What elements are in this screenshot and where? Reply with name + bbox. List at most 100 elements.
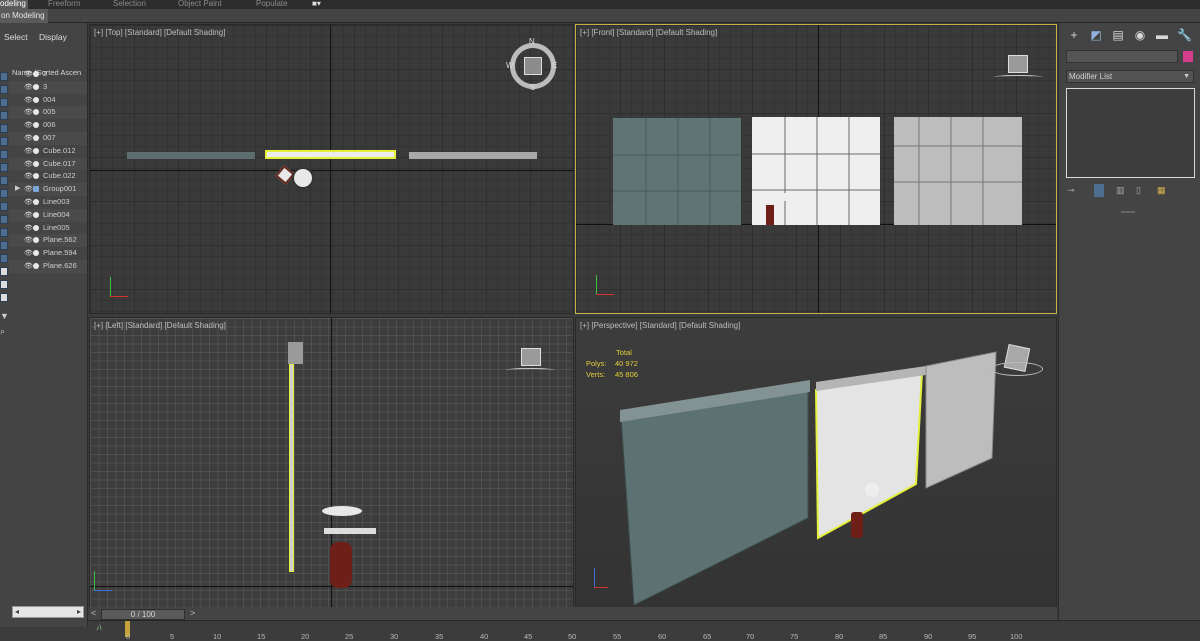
time-slider-thumb[interactable]: 0 / 100 bbox=[101, 609, 185, 620]
filter-icon[interactable] bbox=[0, 176, 8, 185]
modify-tab-icon[interactable]: ◩ bbox=[1089, 28, 1103, 42]
list-item[interactable]: 👁 004 bbox=[9, 94, 87, 107]
panel-object[interactable] bbox=[409, 152, 537, 159]
viewport-perspective[interactable]: [+] [Perspective] [Standard] [Default Sh… bbox=[575, 317, 1057, 608]
list-item[interactable]: 👁 3 bbox=[9, 80, 87, 94]
filter-icon[interactable] bbox=[0, 137, 8, 146]
viewport-left[interactable]: [+] [Left] [Standard] [Default Shading] bbox=[89, 317, 574, 608]
tab-freeform[interactable]: Freeform bbox=[48, 0, 80, 9]
filter-icon[interactable] bbox=[0, 98, 8, 107]
list-item[interactable]: 👁 Plane.562 bbox=[9, 234, 87, 248]
viewport-front[interactable]: [+] [Front] [Standard] [Default Shading] bbox=[575, 24, 1057, 314]
panel-object[interactable] bbox=[127, 152, 255, 159]
viewport-label[interactable]: [+] [Front] [Standard] [Default Shading] bbox=[580, 28, 717, 37]
list-item[interactable]: 👁 Cube.012 bbox=[9, 145, 87, 158]
viewcube-icon[interactable] bbox=[524, 57, 542, 75]
configure-modifier-sets-icon[interactable]: ▦ bbox=[1157, 185, 1166, 196]
motion-tab-icon[interactable]: ◉ bbox=[1133, 28, 1147, 42]
filter-icon[interactable] bbox=[0, 150, 8, 159]
object-color-swatch[interactable] bbox=[1183, 51, 1193, 62]
slider-prev-icon[interactable]: < bbox=[91, 608, 96, 618]
display-tab-icon[interactable]: ▬ bbox=[1155, 28, 1169, 42]
axis-gizmo-x bbox=[110, 296, 128, 297]
viewcube-icon[interactable] bbox=[521, 348, 541, 366]
list-item[interactable]: 👁 Cube.022 bbox=[9, 170, 87, 183]
layer-icon[interactable] bbox=[0, 293, 8, 302]
filter-icon[interactable] bbox=[0, 202, 8, 211]
list-item[interactable]: 👁 Plane.626 bbox=[9, 259, 87, 274]
flower-object[interactable] bbox=[781, 193, 789, 201]
tab-selection[interactable]: Selection bbox=[113, 0, 146, 9]
eye-icon[interactable]: 👁 bbox=[24, 261, 33, 274]
table-base-object[interactable] bbox=[330, 542, 352, 588]
list-item[interactable]: 👁 Line004 bbox=[9, 208, 87, 222]
scroll-right-icon[interactable]: ▸ bbox=[77, 607, 81, 616]
filter-icon[interactable] bbox=[0, 189, 8, 198]
viewcube-icon[interactable] bbox=[1008, 55, 1028, 73]
remove-modifier-icon[interactable]: ▯ bbox=[1136, 185, 1141, 196]
selected-panel-object[interactable] bbox=[265, 150, 396, 159]
tab-object-paint[interactable]: Object Paint bbox=[178, 0, 222, 9]
filter-icon[interactable] bbox=[0, 124, 8, 133]
show-end-result-icon[interactable] bbox=[1094, 184, 1104, 197]
select-menu[interactable]: Select bbox=[4, 32, 28, 42]
layer-icon[interactable] bbox=[0, 267, 8, 276]
panel-cap-object[interactable] bbox=[288, 342, 303, 364]
utilities-tab-icon[interactable]: 🔧 bbox=[1177, 28, 1192, 42]
hierarchy-tab-icon[interactable]: ▤ bbox=[1111, 28, 1125, 42]
layer-icon[interactable] bbox=[0, 280, 8, 289]
filter-icon[interactable] bbox=[0, 241, 8, 250]
panel-object[interactable] bbox=[613, 118, 741, 225]
flower-object[interactable] bbox=[322, 506, 362, 516]
panel-object[interactable] bbox=[894, 117, 1022, 225]
modifier-list-dropdown[interactable]: Modifier List ▼ bbox=[1066, 70, 1194, 83]
create-tab-icon[interactable]: + bbox=[1067, 28, 1081, 42]
display-menu[interactable]: Display bbox=[39, 32, 67, 42]
explorer-scrollbar[interactable]: ◂ ▸ bbox=[12, 606, 84, 618]
modifier-stack[interactable] bbox=[1066, 88, 1195, 178]
list-item[interactable]: 👁 Plane.594 bbox=[9, 247, 87, 260]
slider-next-icon[interactable]: > bbox=[190, 608, 195, 618]
filter-icon[interactable] bbox=[0, 215, 8, 224]
filter-icon[interactable] bbox=[0, 85, 8, 94]
axis-gizmo-y bbox=[110, 277, 111, 297]
list-item[interactable]: 👁 Line003 bbox=[9, 196, 87, 209]
funnel-icon[interactable]: ▼ bbox=[0, 311, 9, 321]
list-item[interactable]: 👁 2 bbox=[9, 68, 87, 81]
list-item[interactable]: 👁 005 bbox=[9, 106, 87, 120]
list-item[interactable]: 👁 007 bbox=[9, 131, 87, 145]
table-object[interactable] bbox=[766, 205, 774, 225]
filter-icon[interactable] bbox=[0, 254, 8, 263]
track-bar[interactable]: ♪\ bbox=[89, 620, 1200, 637]
list-item[interactable]: 👁 Line005 bbox=[9, 222, 87, 235]
selected-panel-object[interactable] bbox=[289, 364, 294, 572]
list-item[interactable]: ▶ 👁 Group001 bbox=[9, 183, 87, 196]
viewport-top[interactable]: [+] [Top] [Standard] [Default Shading] N… bbox=[89, 24, 574, 314]
viewcube-ring[interactable] bbox=[994, 75, 1042, 79]
object-name-field[interactable] bbox=[1066, 50, 1178, 63]
ribbon-options-icon[interactable]: ■▾ bbox=[312, 0, 321, 9]
list-item[interactable]: 👁 006 bbox=[9, 119, 87, 132]
viewport-label[interactable]: [+] [Top] [Standard] [Default Shading] bbox=[94, 28, 225, 37]
viewport-label[interactable]: [+] [Left] [Standard] [Default Shading] bbox=[94, 321, 226, 330]
expand-arrow-icon[interactable]: ▶ bbox=[15, 183, 20, 196]
viewcube-ring[interactable] bbox=[506, 368, 554, 372]
explorer-toolbar: ▼ ⌕ bbox=[0, 68, 9, 368]
tab-populate[interactable]: Populate bbox=[256, 0, 288, 9]
filter-icon[interactable] bbox=[0, 228, 8, 237]
curve-editor-icon[interactable]: ♪\ bbox=[96, 625, 101, 632]
pin-stack-icon[interactable]: ⊸ bbox=[1067, 185, 1075, 196]
filter-icon[interactable] bbox=[0, 163, 8, 172]
make-unique-icon[interactable]: ▥ bbox=[1116, 185, 1125, 196]
list-item[interactable]: 👁 Cube.017 bbox=[9, 157, 87, 171]
scroll-left-icon[interactable]: ◂ bbox=[15, 607, 19, 616]
time-slider[interactable]: < > bbox=[89, 607, 1057, 620]
table-top-object[interactable] bbox=[324, 528, 376, 534]
ribbon-sub-label[interactable]: on Modeling bbox=[0, 9, 48, 23]
tab-modeling[interactable]: odeling bbox=[0, 0, 28, 9]
filter-icon[interactable] bbox=[0, 111, 8, 120]
flower-object[interactable] bbox=[292, 167, 314, 189]
viewcube-ring[interactable] bbox=[991, 362, 1043, 376]
search-icon[interactable]: ⌕ bbox=[0, 326, 5, 337]
filter-icon[interactable] bbox=[0, 72, 8, 81]
